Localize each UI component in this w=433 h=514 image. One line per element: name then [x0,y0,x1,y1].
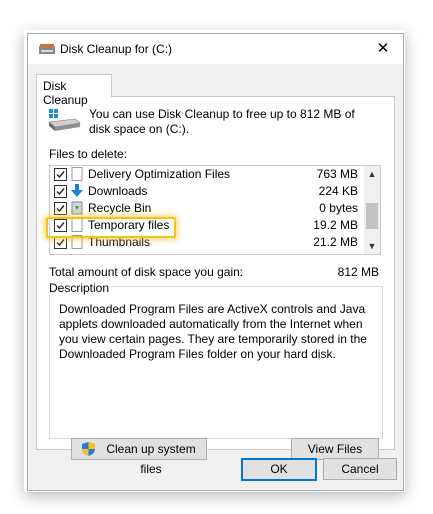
tab-label: Disk Cleanup [43,79,88,107]
list-item[interactable]: Delivery Optimization Files 763 MB [50,166,364,183]
intro-text: You can use Disk Cleanup to free up to 8… [89,107,355,136]
checkmark-icon [56,239,65,247]
file-name: Downloads [88,184,148,198]
list-scrollbar[interactable]: ▲ ▼ [364,166,380,254]
checkmark-icon [56,171,65,179]
file-checkbox[interactable] [54,202,67,215]
list-item[interactable]: Recycle Bin 0 bytes [50,200,364,217]
file-checkbox[interactable] [54,168,67,181]
download-arrow-icon [71,184,83,197]
file-size: 19.2 MB [313,218,358,232]
file-size: 763 MB [316,167,358,181]
checkmark-icon [56,205,65,213]
disk-cleanup-app-icon [39,44,55,54]
ok-button[interactable]: OK [241,458,317,481]
scroll-thumb[interactable] [366,203,378,229]
close-button[interactable]: ✕ [371,38,395,60]
description-title: Description [47,281,112,295]
uac-shield-icon [82,442,95,456]
file-name: Recycle Bin [88,201,152,215]
cancel-button[interactable]: Cancel [323,458,397,480]
description-text: Downloaded Program Files are ActiveX con… [59,302,367,361]
file-checkbox[interactable] [54,185,67,198]
files-to-delete-label: Files to delete: [49,147,128,161]
tab-disk-cleanup[interactable]: Disk Cleanup [36,74,112,107]
total-space-value: 812 MB [337,265,379,279]
file-size: 21.2 MB [313,235,358,249]
clean-up-system-files-button[interactable]: Clean up system files [71,438,207,476]
window-title: Disk Cleanup for (C:) [60,42,173,56]
temporary-files-highlight [46,217,176,238]
close-icon: ✕ [376,40,390,57]
recycle-bin-icon [71,201,83,215]
scroll-down-icon[interactable]: ▼ [364,238,380,254]
files-to-delete-list[interactable]: Delivery Optimization Files 763 MB Downl… [49,165,381,255]
tab-panel: You can use Disk Cleanup to free up to 8… [36,96,395,476]
file-name: Delivery Optimization Files [88,167,231,181]
scroll-up-icon[interactable]: ▲ [364,166,380,182]
checkmark-icon [56,188,65,196]
list-item[interactable]: Downloads 224 KB [50,183,364,200]
hard-drive-icon [48,109,81,131]
title-bar[interactable]: Disk Cleanup for (C:) ✕ [28,34,403,64]
view-files-button[interactable]: View Files [291,438,379,460]
blank-file-icon [71,167,83,181]
disk-cleanup-dialog: Disk Cleanup for (C:) ✕ Disk Cleanup You… [27,33,404,491]
clean-up-system-files-label: Clean up system files [106,442,196,476]
file-size: 224 KB [318,184,358,198]
file-size: 0 bytes [319,201,358,215]
total-space-label: Total amount of disk space you gain: [49,265,244,279]
